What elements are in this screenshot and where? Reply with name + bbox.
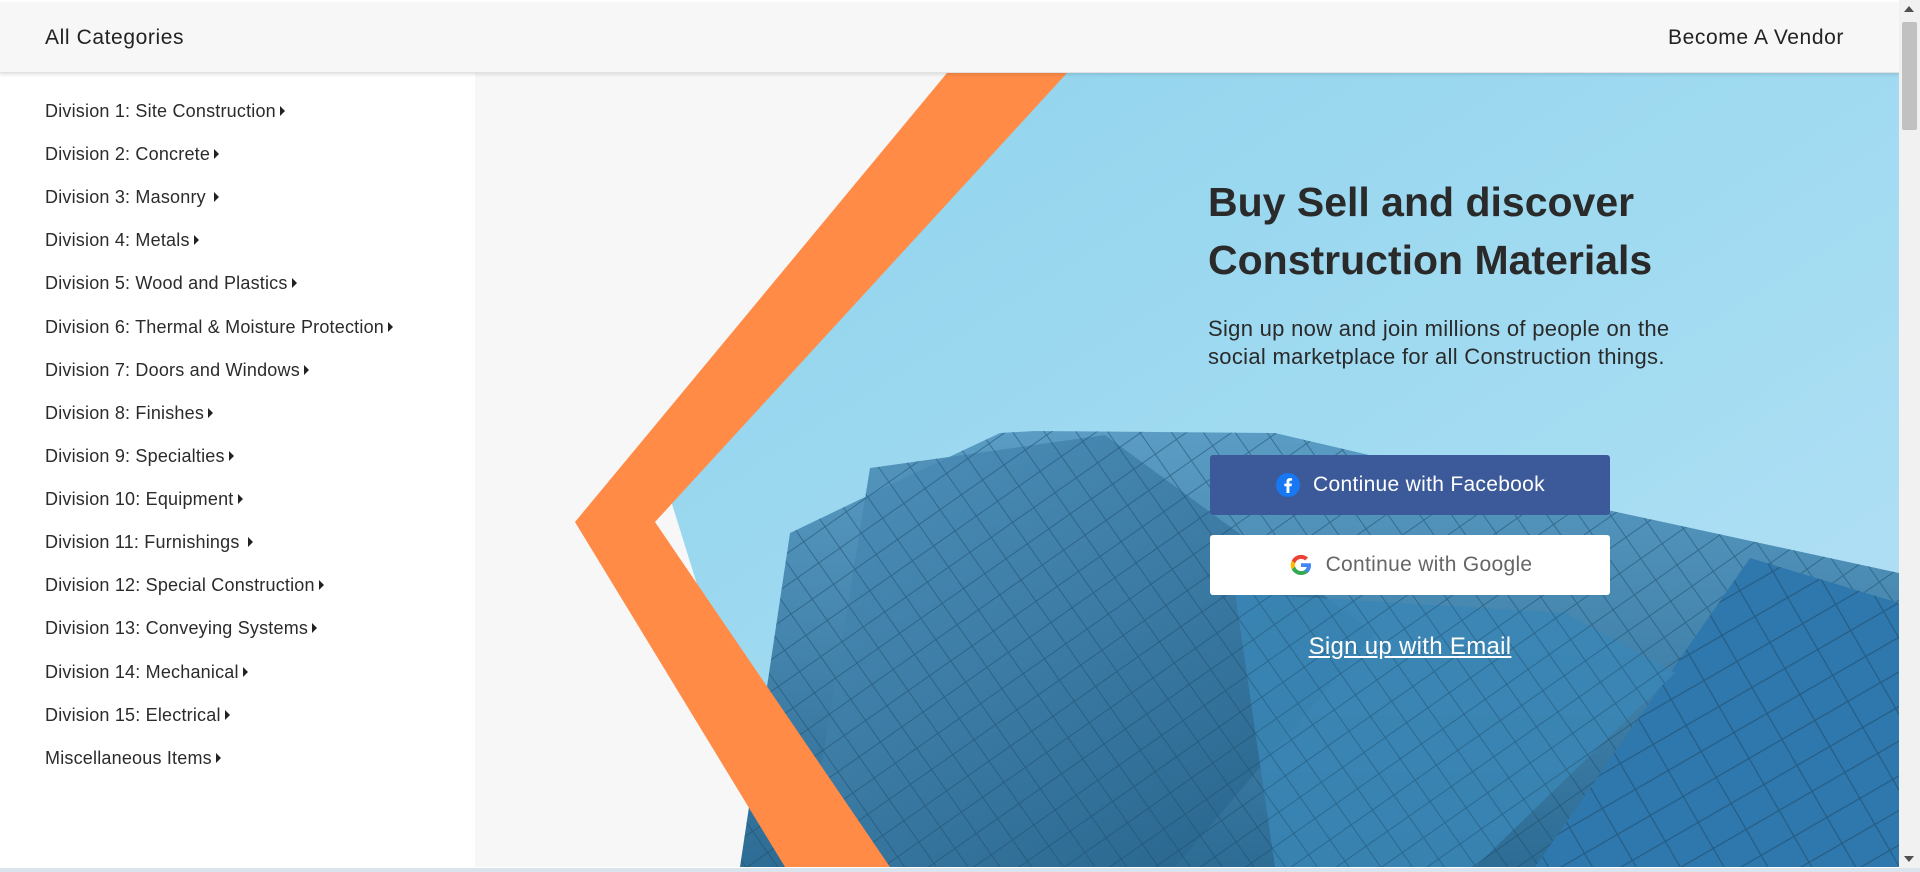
category-item-division-3[interactable]: Division 3: Masonry <box>45 187 219 208</box>
caret-right-icon <box>237 494 243 505</box>
category-item-division-10[interactable]: Division 10: Equipment <box>45 489 243 510</box>
hero-headline: Buy Sell and discover Construction Mater… <box>1208 173 1728 289</box>
category-label: Division 2: Concrete <box>45 144 211 164</box>
become-vendor-link[interactable]: Become A Vendor <box>1668 26 1844 50</box>
headline-line-2: Construction Materials <box>1208 237 1653 283</box>
scrollbar-thumb[interactable] <box>1902 22 1917 130</box>
category-label: Division 3: Masonry <box>45 187 206 207</box>
facebook-icon <box>1275 472 1301 498</box>
hero-content: Buy Sell and discover Construction Mater… <box>1208 173 1728 371</box>
category-item-division-15[interactable]: Division 15: Electrical <box>45 705 230 726</box>
hero-subtext: Sign up now and join millions of people … <box>1208 316 1670 369</box>
category-sidebar: Division 1: Site Construction Division 2… <box>0 73 475 867</box>
category-label: Division 7: Doors and Windows <box>45 360 300 380</box>
category-label: Division 14: Mechanical <box>45 662 239 682</box>
caret-right-icon <box>291 278 297 289</box>
caret-right-icon <box>193 235 199 246</box>
category-label: Division 4: Metals <box>45 230 190 250</box>
caret-right-icon <box>213 192 219 203</box>
headline-line-1: Buy Sell and discover <box>1208 179 1635 225</box>
scroll-down-arrow-icon[interactable] <box>1904 856 1914 862</box>
google-icon <box>1288 552 1314 578</box>
category-item-division-9[interactable]: Division 9: Specialties <box>45 446 234 467</box>
category-item-division-12[interactable]: Division 12: Special Construction <box>45 575 324 596</box>
caret-right-icon <box>214 149 220 160</box>
category-label: Division 15: Electrical <box>45 705 221 725</box>
category-item-division-4[interactable]: Division 4: Metals <box>45 230 199 251</box>
vertical-scrollbar[interactable] <box>1899 0 1920 868</box>
caret-right-icon <box>228 451 234 462</box>
window-bottom-edge <box>0 868 1920 872</box>
all-categories-link[interactable]: All Categories <box>45 26 184 50</box>
category-label: Division 10: Equipment <box>45 489 234 509</box>
category-label: Division 12: Special Construction <box>45 575 315 595</box>
category-item-division-14[interactable]: Division 14: Mechanical <box>45 662 248 683</box>
category-item-division-8[interactable]: Division 8: Finishes <box>45 403 214 424</box>
facebook-button-label: Continue with Facebook <box>1313 473 1545 496</box>
caret-right-icon <box>208 408 214 419</box>
category-label: Division 8: Finishes <box>45 403 205 423</box>
category-label: Division 5: Wood and Plastics <box>45 273 288 293</box>
caret-right-icon <box>247 537 253 548</box>
caret-right-icon <box>215 753 221 764</box>
category-item-division-6[interactable]: Division 6: Thermal & Moisture Protectio… <box>45 317 393 338</box>
category-item-miscellaneous[interactable]: Miscellaneous Items <box>45 748 221 769</box>
category-item-division-7[interactable]: Division 7: Doors and Windows <box>45 360 309 381</box>
category-item-division-1[interactable]: Division 1: Site Construction <box>45 101 285 122</box>
category-item-division-2[interactable]: Division 2: Concrete <box>45 144 220 165</box>
category-item-division-5[interactable]: Division 5: Wood and Plastics <box>45 273 297 294</box>
caret-right-icon <box>388 322 393 333</box>
category-label: Division 1: Site Construction <box>45 101 276 121</box>
caret-right-icon <box>242 667 248 678</box>
sign-up-with-email-link[interactable]: Sign up with Email <box>1210 633 1610 661</box>
category-item-division-11[interactable]: Division 11: Furnishings <box>45 532 253 553</box>
caret-right-icon <box>318 580 324 591</box>
caret-right-icon <box>312 623 318 634</box>
category-label: Division 6: Thermal & Moisture Protectio… <box>45 317 384 337</box>
google-button-label: Continue with Google <box>1325 553 1533 576</box>
category-label: Miscellaneous Items <box>45 748 212 768</box>
continue-with-facebook-button[interactable]: Continue with Facebook <box>1210 455 1610 515</box>
top-bar: All Categories Become A Vendor <box>0 2 1899 73</box>
caret-right-icon <box>224 710 230 721</box>
category-item-division-13[interactable]: Division 13: Conveying Systems <box>45 618 318 639</box>
category-label: Division 13: Conveying Systems <box>45 618 309 638</box>
hero-banner: Buy Sell and discover Construction Mater… <box>475 73 1899 867</box>
category-label: Division 9: Specialties <box>45 446 225 466</box>
caret-right-icon <box>303 365 309 376</box>
continue-with-google-button[interactable]: Continue with Google <box>1210 535 1610 595</box>
category-label: Division 11: Furnishings <box>45 532 240 552</box>
caret-right-icon <box>279 106 285 117</box>
scroll-up-arrow-icon[interactable] <box>1904 6 1914 12</box>
